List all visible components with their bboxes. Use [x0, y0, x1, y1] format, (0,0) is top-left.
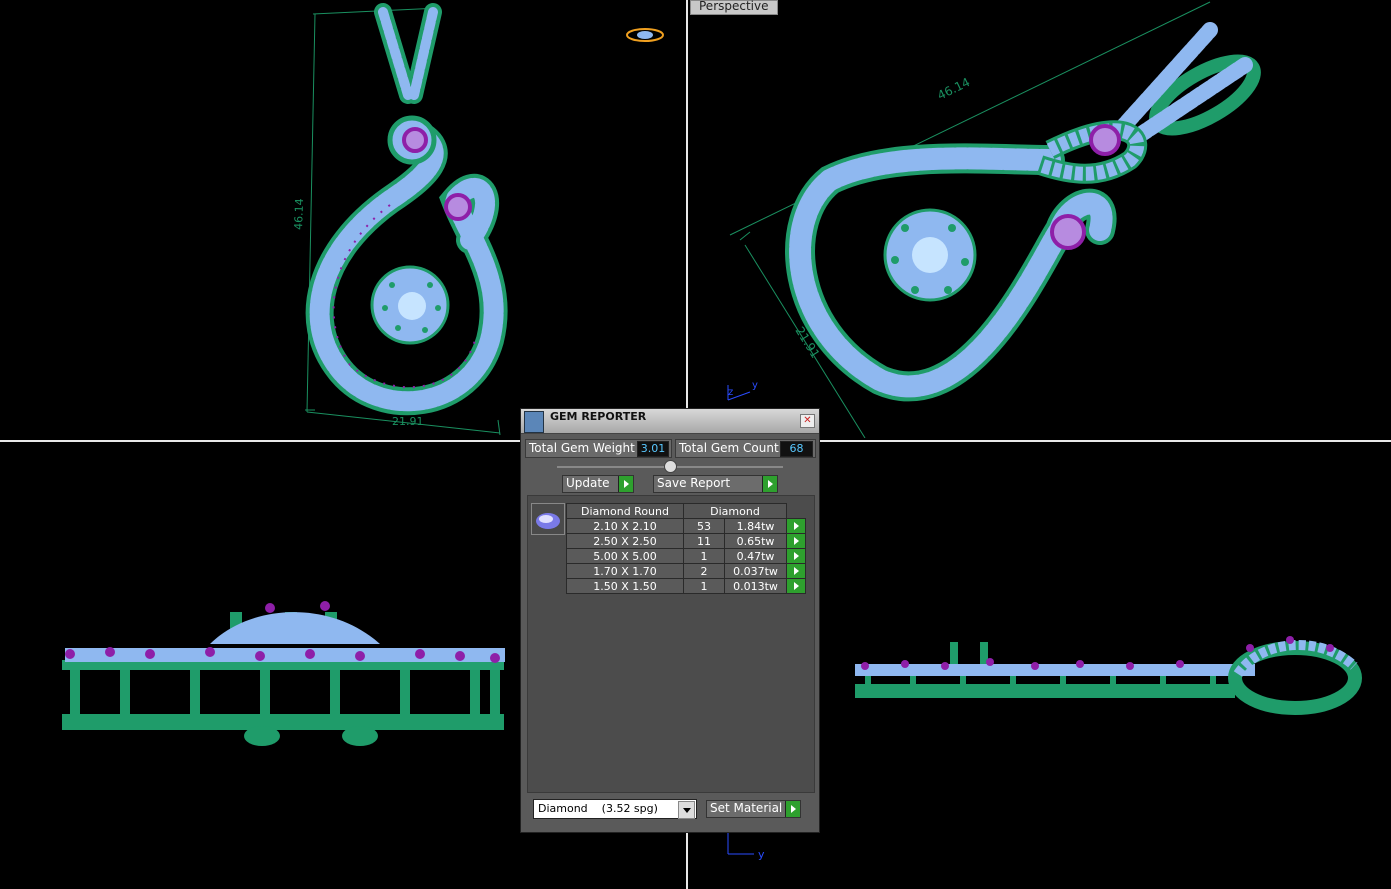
- close-button[interactable]: ✕: [800, 414, 815, 428]
- material-select-value: Diamond (3.52 spg): [538, 802, 658, 815]
- set-material-label: Set Material: [710, 801, 783, 815]
- axis-y-label-bottom: y: [758, 848, 765, 861]
- gem-reporter-title-bar[interactable]: GEM REPORTER ✕: [521, 409, 819, 434]
- front-view-model: 46.14 21.91: [292, 3, 664, 436]
- front-height-dim: 46.14: [292, 198, 306, 230]
- gem-count: 11: [682, 533, 726, 549]
- total-gem-count-field: Total Gem Count 68: [675, 439, 816, 458]
- total-gem-count-value: 68: [780, 441, 813, 457]
- play-icon: [793, 522, 799, 530]
- gem-weight: 0.65tw: [724, 533, 787, 549]
- gem-reporter-title: GEM REPORTER: [550, 410, 647, 423]
- gem-size: 1.70 X 1.70: [566, 563, 684, 579]
- set-material-play-icon: [785, 801, 800, 817]
- set-material-button[interactable]: Set Material: [706, 800, 801, 818]
- material-select[interactable]: Diamond (3.52 spg): [533, 799, 697, 819]
- gem-weight: 0.013tw: [724, 578, 787, 594]
- axis-y-label: y: [752, 380, 758, 391]
- collapse-toggle-icon[interactable]: [664, 460, 677, 473]
- gem-size: 1.50 X 1.50: [566, 578, 684, 594]
- column-header-shape: Diamond Round: [566, 503, 684, 519]
- gem-reporter-app-icon: [524, 411, 544, 433]
- total-gem-weight-value: 3.01: [637, 441, 669, 457]
- table-row[interactable]: 2.50 X 2.50 11 0.65tw: [566, 533, 806, 549]
- viewport-front[interactable]: 46.14 21.91: [0, 0, 684, 438]
- table-row[interactable]: 5.00 X 5.00 1 0.47tw: [566, 548, 806, 564]
- gem-weight: 0.47tw: [724, 548, 787, 564]
- save-report-button[interactable]: Save Report: [653, 475, 778, 493]
- play-icon: [793, 537, 799, 545]
- persp-height-dim: 46.14: [935, 75, 972, 103]
- axis-z-label: z: [728, 387, 733, 398]
- gem-count: 2: [682, 563, 726, 579]
- gem-size: 2.10 X 2.10: [566, 518, 684, 534]
- table-row[interactable]: 1.70 X 1.70 2 0.037tw: [566, 563, 806, 579]
- perspective-view-model: 46.14 21.91 z y: [727, 1, 1261, 438]
- gem-size: 5.00 X 5.00: [566, 548, 684, 564]
- update-label: Update: [566, 476, 610, 490]
- gem-table: Diamond Round Diamond 2.10 X 2.10 53 1.8…: [566, 503, 806, 594]
- row-select-button[interactable]: [786, 518, 806, 534]
- gem-weight: 0.037tw: [724, 563, 787, 579]
- total-gem-weight-field: Total Gem Weight 3.01: [525, 439, 672, 458]
- chevron-down-icon[interactable]: [678, 801, 695, 819]
- table-row[interactable]: 2.10 X 2.10 53 1.84tw: [566, 518, 806, 534]
- gem-count: 53: [682, 518, 726, 534]
- update-play-icon: [618, 476, 633, 492]
- play-icon: [793, 582, 799, 590]
- gem-size: 2.50 X 2.50: [566, 533, 684, 549]
- save-report-play-icon: [762, 476, 777, 492]
- front-width-dim: 21.91: [392, 415, 424, 428]
- gem-count: 1: [682, 548, 726, 564]
- viewport-perspective[interactable]: Perspective 46.14 21.91 z y: [690, 0, 1391, 438]
- gem-count: 1: [682, 578, 726, 594]
- column-header-material: Diamond: [683, 503, 787, 519]
- row-select-button[interactable]: [786, 578, 806, 594]
- total-gem-count-label: Total Gem Count: [679, 441, 779, 455]
- row-select-button[interactable]: [786, 563, 806, 579]
- gem-list-panel: Diamond Round Diamond 2.10 X 2.10 53 1.8…: [527, 495, 815, 793]
- row-select-button[interactable]: [786, 533, 806, 549]
- update-button[interactable]: Update: [562, 475, 634, 493]
- table-row[interactable]: 1.50 X 1.50 1 0.013tw: [566, 578, 806, 594]
- play-icon: [793, 567, 799, 575]
- play-icon: [793, 552, 799, 560]
- save-report-label: Save Report: [657, 476, 731, 490]
- diamond-round-icon[interactable]: [531, 503, 565, 535]
- row-select-button[interactable]: [786, 548, 806, 564]
- gem-reporter-window: GEM REPORTER ✕ Total Gem Weight 3.01 Tot…: [520, 408, 820, 833]
- gem-weight: 1.84tw: [724, 518, 787, 534]
- total-gem-weight-label: Total Gem Weight: [529, 441, 635, 455]
